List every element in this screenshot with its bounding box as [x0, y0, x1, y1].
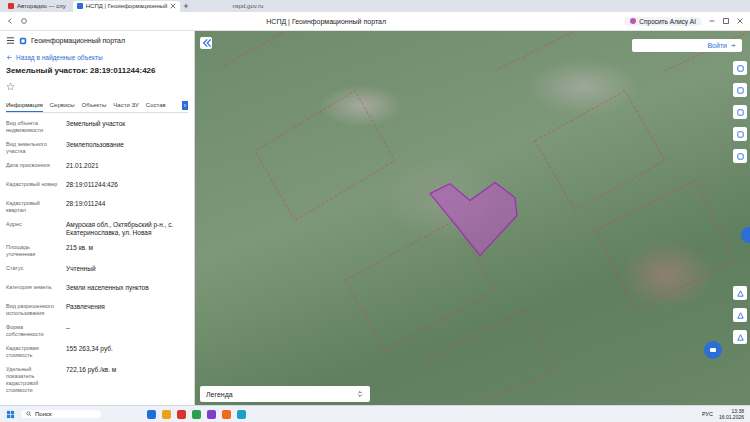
map-nav-toolbar	[733, 286, 747, 344]
login-icon	[730, 42, 737, 49]
login-button[interactable]: Войти	[632, 39, 742, 52]
field-row: Категория земельЗемли населенных пунктов	[6, 280, 188, 299]
panel-tab[interactable]: Информация	[6, 99, 43, 112]
tabs-more-button[interactable]: ›	[182, 101, 188, 110]
map-tool-button[interactable]	[733, 105, 747, 119]
field-row: Вид земельного участкаЗемлепользование	[6, 137, 188, 158]
language-indicator[interactable]: РУС	[702, 411, 713, 417]
taskbar-app-icon[interactable]	[162, 410, 171, 419]
back-link[interactable]: Назад в найденные объекты	[6, 50, 188, 63]
alice-icon	[630, 18, 636, 24]
screen: Авторадио — слуНСПД | Геоинформационный n…	[0, 0, 750, 422]
taskbar: Поиск РУС 13:3816.01.2026	[0, 405, 750, 422]
tool-icon	[736, 152, 745, 161]
map-nav-button[interactable]	[733, 308, 747, 322]
info-panel: Геоинформационный порталНазад в найденны…	[0, 31, 195, 405]
portal-header: Геоинформационный портал	[6, 31, 188, 50]
field-row: АдресАмурская обл., Октябрьский р-н., с.…	[6, 217, 188, 240]
collapse-panel-icon[interactable]	[200, 37, 212, 49]
close-icon[interactable]	[170, 3, 176, 9]
clock[interactable]: 13:3816.01.2026	[719, 408, 744, 420]
chat-icon	[708, 345, 718, 355]
maximize-icon[interactable]	[722, 17, 730, 25]
url-text[interactable]: nspd.gov.ru	[232, 3, 263, 9]
field-row: Удельный показатель кадастровой стоимост…	[6, 362, 188, 397]
taskbar-search[interactable]: Поиск	[21, 410, 101, 418]
object-title: Земельный участок: 28:19:011244:426	[6, 63, 188, 78]
panel-tab[interactable]: Состав	[146, 99, 166, 112]
panel-tab[interactable]: Объекты	[82, 99, 107, 112]
logo-icon	[19, 37, 27, 45]
field-row: Вид объекта недвижимостиЗемельный участо…	[6, 116, 188, 137]
map-nav-button[interactable]	[733, 330, 747, 344]
map[interactable]: Войти Легенда	[195, 31, 750, 405]
map-tool-button[interactable]	[733, 83, 747, 97]
field-row: Вид разрешенного использованияРазвлечени…	[6, 299, 188, 320]
panel-tabs: Информация Сервисы Объекты Части ЗУ Состав ›	[6, 95, 188, 113]
field-row: Форма собственности–	[6, 320, 188, 341]
field-row: Кадастровый квартал28:19:011244	[6, 196, 188, 217]
tool-icon	[736, 108, 745, 117]
map-tool-button[interactable]	[733, 149, 747, 163]
browser-tab[interactable]: Авторадио — слу	[4, 1, 70, 12]
close-window-icon[interactable]	[736, 17, 744, 25]
reload-icon[interactable]	[20, 17, 28, 25]
field-list: Вид объекта недвижимостиЗемельный участо…	[6, 113, 188, 397]
parcel-layer	[195, 31, 750, 405]
page-title: НСПД | Геоинформационный портал	[34, 18, 618, 25]
updown-icon	[356, 390, 364, 398]
tool-icon	[736, 130, 745, 139]
browser-tabstrip: Авторадио — слуНСПД | Геоинформационный n…	[0, 0, 750, 12]
nav-icon	[736, 289, 745, 298]
page: Геоинформационный порталНазад в найденны…	[0, 31, 750, 405]
nav-icon	[736, 333, 745, 342]
new-tab-icon[interactable]	[183, 3, 189, 9]
favicon-icon	[77, 3, 83, 9]
windows-icon[interactable]	[6, 410, 15, 419]
taskbar-app-icon[interactable]	[192, 410, 201, 419]
map-tool-button[interactable]	[733, 127, 747, 141]
legend-dropdown[interactable]: Легенда	[200, 386, 370, 402]
taskbar-app-icon[interactable]	[177, 410, 186, 419]
star-icon[interactable]	[6, 82, 15, 91]
field-row: СтатусУчтенный	[6, 261, 188, 280]
back-icon[interactable]	[6, 17, 14, 25]
field-row: Кадастровый номер28:19:011244:426	[6, 177, 188, 196]
taskbar-app-icon[interactable]	[222, 410, 231, 419]
taskbar-app-icon[interactable]	[147, 410, 156, 419]
taskbar-app-icon[interactable]	[237, 410, 246, 419]
minimize-icon[interactable]	[708, 17, 716, 25]
parcel-polygon[interactable]	[430, 183, 517, 256]
browser-toolbar: НСПД | Геоинформационный портал Спросить …	[0, 12, 750, 31]
search-icon	[26, 411, 32, 417]
map-toolbar	[733, 61, 747, 163]
map-tool-button[interactable]	[733, 61, 747, 75]
taskbar-app-icon[interactable]	[207, 410, 216, 419]
field-row: Дата присвоения21.01.2021	[6, 158, 188, 177]
panel-tab[interactable]: Части ЗУ	[113, 99, 138, 112]
tool-icon	[736, 86, 745, 95]
map-nav-button[interactable]	[733, 286, 747, 300]
nav-icon	[736, 311, 745, 320]
tool-icon	[736, 64, 745, 73]
browser-tab[interactable]: НСПД | Геоинформационный	[73, 1, 181, 12]
arrow-left-icon	[6, 54, 13, 61]
field-row: Кадастровая стоимость155 263,34 руб.	[6, 341, 188, 362]
side-panel-toggle[interactable]	[741, 227, 750, 243]
menu-icon[interactable]	[6, 36, 15, 45]
alice-button[interactable]: Спросить Алису AI	[624, 17, 702, 26]
field-row: Площадь уточненная215 кв. м	[6, 240, 188, 261]
chat-button[interactable]	[704, 341, 722, 359]
favicon-icon	[8, 3, 14, 9]
panel-tab[interactable]: Сервисы	[50, 99, 75, 112]
